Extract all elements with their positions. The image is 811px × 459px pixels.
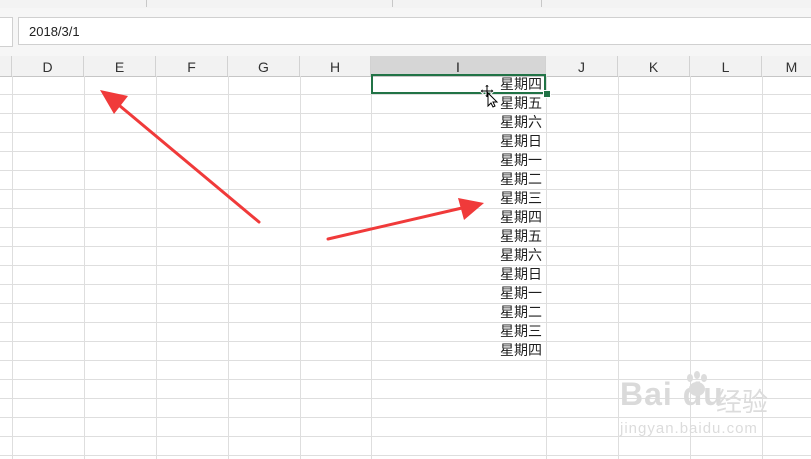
column-header-d[interactable]: D [12,56,84,76]
fill-handle[interactable] [543,90,551,98]
column-header-partial[interactable] [0,56,12,76]
cell-i-10[interactable]: 星期六 [371,246,546,265]
column-header-f[interactable]: F [156,56,228,76]
cell-i-8[interactable]: 星期四 [371,208,546,227]
column-gridline [546,76,547,459]
cell-i-9[interactable]: 星期五 [371,227,546,246]
cell-i-12[interactable]: 星期一 [371,284,546,303]
cell-i-2[interactable]: 星期五 [371,94,546,113]
move-cursor-icon [479,83,499,108]
selected-cell[interactable] [371,74,546,94]
column-gridline [762,76,763,459]
column-gridline [618,76,619,459]
column-header-k[interactable]: K [618,56,690,76]
cell-i-15[interactable]: 星期四 [371,341,546,360]
name-box-edge[interactable] [0,17,13,47]
formula-bar: 2018/3/1 [0,8,811,57]
cell-i-7[interactable]: 星期三 [371,189,546,208]
cell-i-11[interactable]: 星期日 [371,265,546,284]
column-header-i[interactable]: I [371,56,546,76]
cell-i-6[interactable]: 星期二 [371,170,546,189]
cell-i-14[interactable]: 星期三 [371,322,546,341]
cell-i-4[interactable]: 星期日 [371,132,546,151]
column-gridline [228,76,229,459]
cell-i-5[interactable]: 星期一 [371,151,546,170]
formula-input[interactable]: 2018/3/1 [18,17,811,45]
column-header-h[interactable]: H [300,56,371,76]
column-header-m[interactable]: M [762,56,811,76]
column-gridline [12,76,13,459]
column-header-e[interactable]: E [84,56,156,76]
ribbon-separator [146,0,147,7]
column-gridline [690,76,691,459]
column-gridline [300,76,301,459]
ribbon-separator [392,0,393,7]
column-gridline [156,76,157,459]
cell-i-3[interactable]: 星期六 [371,113,546,132]
worksheet-grid[interactable]: D E F G H I J K L M 星期四 星期五 星期六 星期日 星期一 星期二 星期… [0,56,811,459]
cell-i-13[interactable]: 星期二 [371,303,546,322]
column-header-j[interactable]: J [546,56,618,76]
column-header-g[interactable]: G [228,56,300,76]
ribbon-separator [541,0,542,7]
column-gridline [84,76,85,459]
column-header-l[interactable]: L [690,56,762,76]
